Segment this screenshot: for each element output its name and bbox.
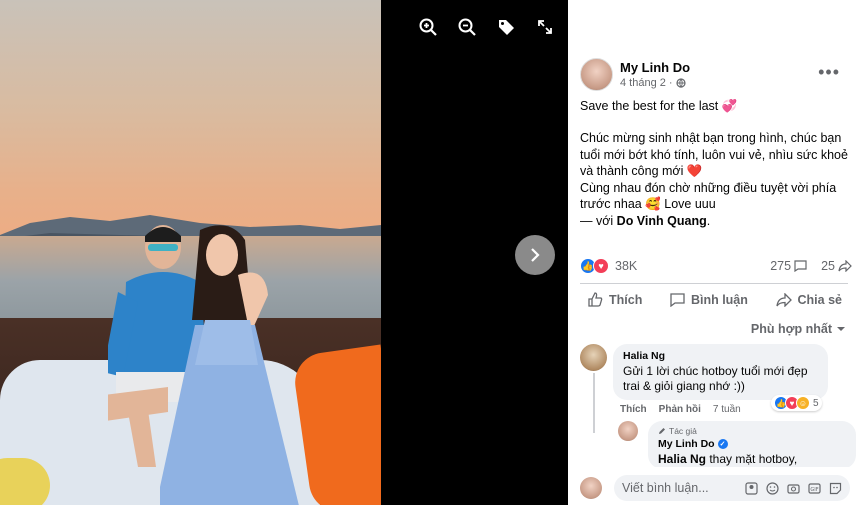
reply-bubble: Tác giả My Linh Do ✓ Halia Ng thay mặt h…: [648, 421, 856, 469]
post-header: My Linh Do 4 tháng 2 ·: [580, 58, 690, 91]
camera-icon[interactable]: [786, 481, 800, 495]
comment-reactions[interactable]: 👍 ♥ ☺ 5: [771, 395, 822, 411]
post-meta: My Linh Do 4 tháng 2 ·: [620, 60, 690, 89]
avatar-sticker-icon[interactable]: [744, 481, 758, 495]
share-button[interactable]: Chia sẻ: [768, 288, 850, 311]
post-with-line: — với Do Vinh Quang.: [580, 213, 852, 229]
chevron-right-icon: [531, 248, 540, 262]
next-photo-button[interactable]: [515, 235, 555, 275]
post-line-2: Chúc mừng sinh nhật bạn trong hình, chúc…: [580, 131, 848, 179]
author-name[interactable]: My Linh Do: [620, 60, 690, 75]
verified-badge-icon: ✓: [717, 439, 728, 449]
post-actions: Thích Bình luận Chia sẻ: [580, 288, 850, 311]
like-label: Thích: [609, 292, 643, 307]
sidebar-header-space: [568, 1, 860, 45]
post-photo[interactable]: [0, 0, 381, 505]
more-options-icon[interactable]: •••: [818, 63, 840, 81]
fullscreen-icon[interactable]: [525, 14, 564, 40]
share-count-value: 25: [821, 259, 835, 273]
share-label: Chia sẻ: [797, 292, 842, 307]
zoom-out-icon[interactable]: [447, 14, 486, 40]
comment-input-box[interactable]: GIF: [614, 475, 850, 501]
reply-body: thay mặt hotboy,: [706, 452, 798, 466]
gif-icon[interactable]: GIF: [807, 481, 821, 495]
comment-label: Bình luận: [690, 292, 748, 307]
author-badge-label: Tác giả: [669, 426, 697, 436]
share-icon: [775, 292, 792, 307]
share-count[interactable]: 25: [821, 259, 852, 273]
with-prefix: — với: [580, 214, 617, 229]
reaction-summary: 👍 ♥ 38K 275 25: [580, 258, 852, 274]
comment-count-value: 275: [770, 259, 792, 273]
reaction-count[interactable]: 38K: [615, 259, 637, 273]
post-sidebar: My Linh Do 4 tháng 2 · ••• Save the best…: [568, 0, 860, 505]
globe-icon: [675, 78, 686, 88]
commenter-avatar[interactable]: [580, 344, 607, 371]
with-suffix: .: [706, 214, 711, 229]
author-avatar[interactable]: [580, 58, 613, 91]
tag-icon[interactable]: [486, 14, 525, 40]
comment-reply-link[interactable]: Phản hồi: [659, 404, 701, 415]
dot-separator: ·: [668, 77, 673, 89]
post-line-3: Cùng nhau đón chờ những điều tuyệt vời p…: [580, 180, 837, 212]
post-text: Save the best for the last 💞 Chúc mừng s…: [580, 98, 852, 230]
reply-author-name[interactable]: My Linh Do: [658, 438, 715, 450]
comment-like-link[interactable]: Thích: [620, 404, 647, 415]
comment-text: Gửi 1 lời chúc hotboy tuổi mới đẹp trai …: [623, 364, 808, 393]
care-reaction-icon: ☺: [796, 396, 810, 410]
photo-woman: [160, 225, 299, 505]
post-line-1: Save the best for the last 💞: [580, 99, 738, 113]
tagged-user-link[interactable]: Do Vinh Quang: [617, 214, 707, 228]
chevron-down-icon: [837, 327, 845, 331]
comment-button[interactable]: Bình luận: [662, 288, 756, 311]
comment-time[interactable]: 7 tuần: [713, 404, 741, 415]
actions-divider-top: [580, 283, 848, 284]
photo-pane: [0, 0, 568, 505]
reply-mention[interactable]: Halia Ng: [658, 452, 706, 466]
comment-count[interactable]: 275: [770, 259, 807, 273]
photo-viewer: My Linh Do 4 tháng 2 · ••• Save the best…: [0, 0, 860, 505]
reply-author-row: My Linh Do ✓: [658, 438, 846, 450]
comment-sort-dropdown[interactable]: Phù hợp nhất: [751, 322, 846, 336]
share-arrow-icon: [838, 260, 852, 272]
comment-actions: Thích Phản hồi 7 tuần: [620, 404, 741, 415]
comment-item: Halia Ng Gửi 1 lời chúc hotboy tuổi mới …: [580, 344, 828, 400]
reply-author-avatar[interactable]: [618, 421, 638, 441]
author-badge: Tác giả: [658, 426, 846, 436]
comment-bubble: Halia Ng Gửi 1 lời chúc hotboy tuổi mới …: [613, 344, 828, 400]
comment-icon: [670, 292, 685, 307]
post-time[interactable]: 4 tháng 2: [620, 77, 666, 89]
thumbs-up-icon: [588, 292, 603, 307]
reply-text: Halia Ng thay mặt hotboy,: [658, 452, 846, 466]
comment-reaction-count: 5: [813, 397, 819, 409]
post-time-row: 4 tháng 2 ·: [620, 77, 690, 89]
reply-item: Tác giả My Linh Do ✓ Halia Ng thay mặt h…: [618, 421, 856, 469]
emoji-icon[interactable]: [765, 481, 779, 495]
comment-input-row: GIF: [568, 467, 860, 505]
svg-text:GIF: GIF: [810, 487, 818, 493]
photo-toolbar: [408, 14, 564, 40]
comment-bubble-icon: [794, 260, 807, 272]
input-icons: GIF: [744, 481, 842, 495]
current-user-avatar: [580, 477, 602, 499]
comment-input[interactable]: [622, 481, 734, 495]
commenter-name[interactable]: Halia Ng: [623, 350, 818, 362]
zoom-in-icon[interactable]: [408, 14, 447, 40]
sort-label: Phù hợp nhất: [750, 322, 832, 336]
like-button[interactable]: Thích: [580, 288, 650, 311]
reaction-icons[interactable]: 👍 ♥: [580, 258, 609, 274]
post-stats: 275 25: [770, 259, 852, 273]
pencil-icon: [659, 428, 665, 434]
love-reaction-icon: ♥: [593, 258, 609, 274]
sticker-icon[interactable]: [828, 481, 842, 495]
reply-thread-line: [593, 373, 595, 433]
